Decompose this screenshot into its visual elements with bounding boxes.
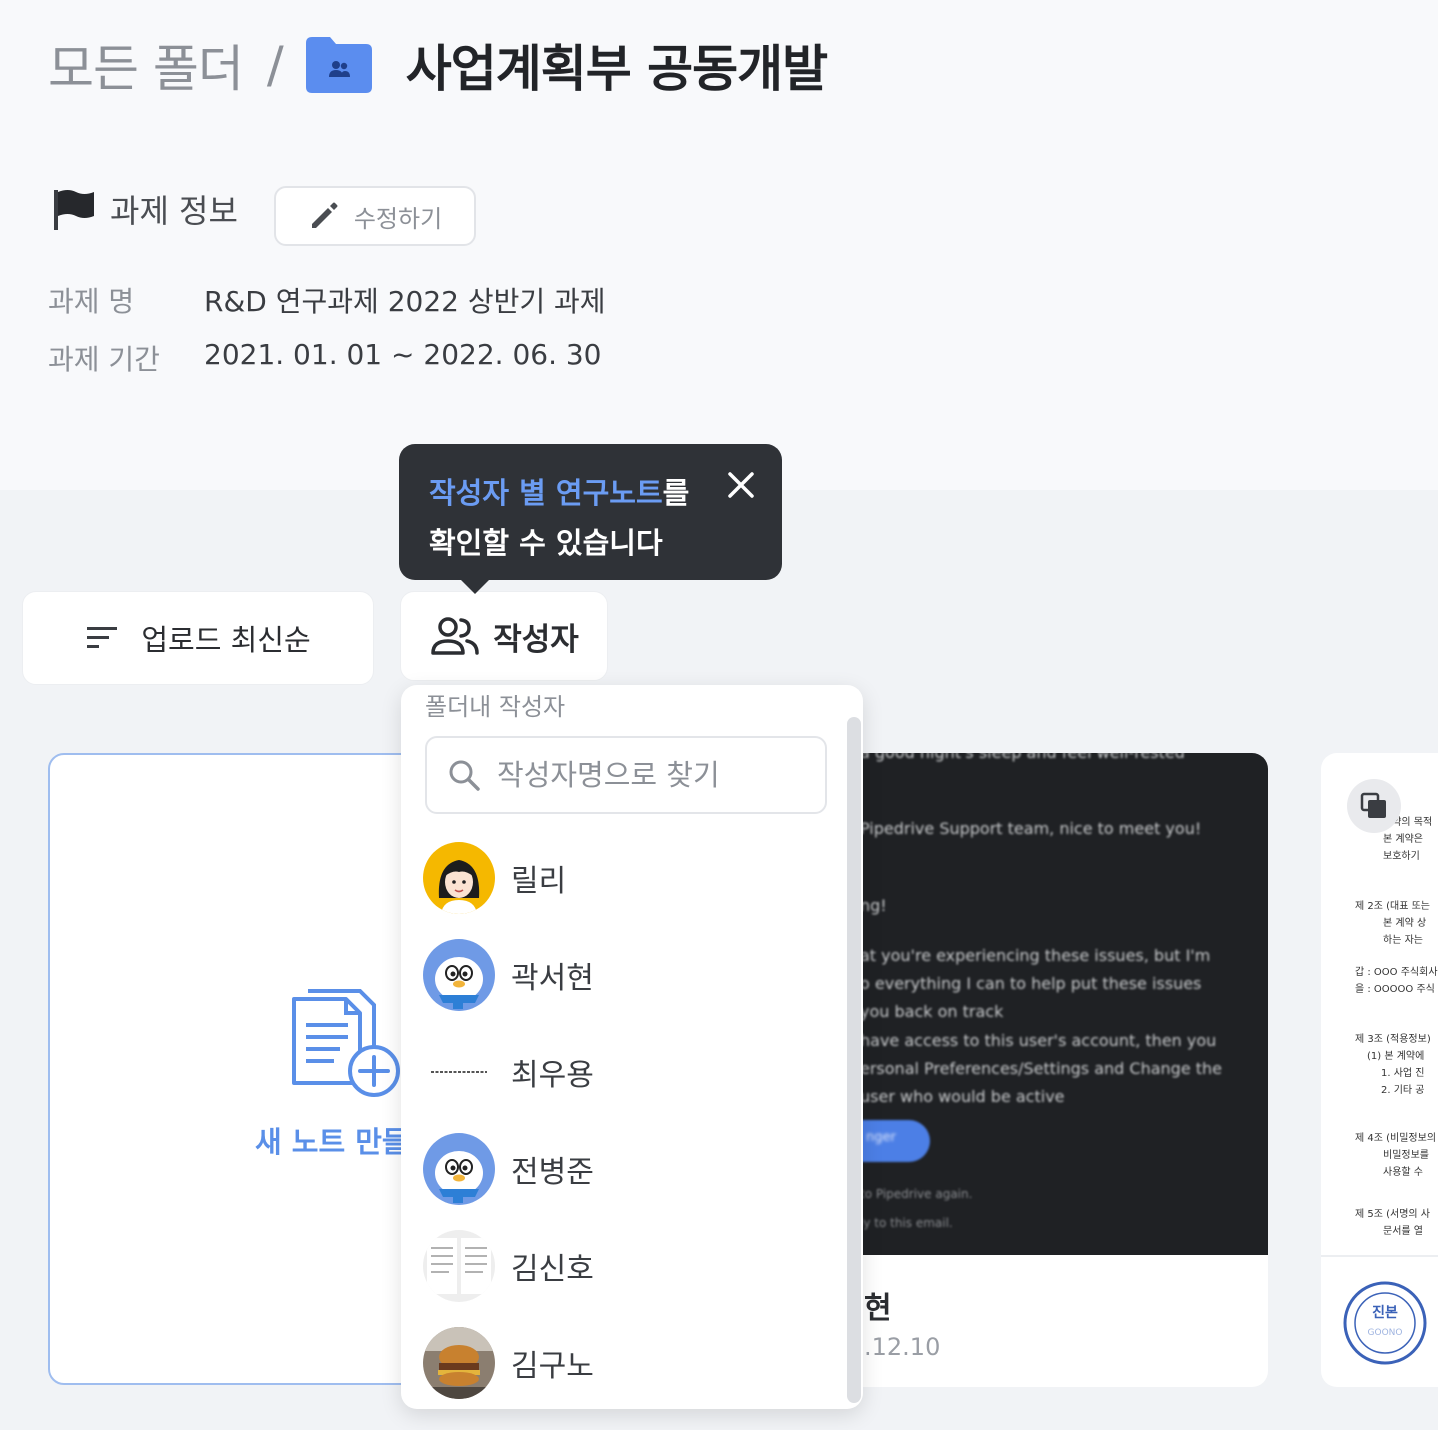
contract-line: 비밀정보를 [1383, 1150, 1429, 1161]
sort-button-label: 업로드 최신순 [141, 623, 311, 657]
contract-line: (1) 본 계약에 [1367, 1051, 1425, 1062]
tooltip-line-1: 작성자 별 연구노트를 [429, 470, 752, 512]
contract-line: 제 4조 (비밀정보의 [1355, 1133, 1437, 1144]
stamp-text: 진본 [1372, 1304, 1398, 1321]
writer-name: 김신호 [511, 1252, 594, 1287]
document-avatar [423, 1230, 495, 1302]
note-line: Pipedrive Support team, nice to meet you… [860, 819, 1202, 838]
writer-name: 곽서현 [511, 961, 594, 996]
task-name-key: 과제 명 [48, 285, 135, 318]
writer-filter-label: 작성자 [493, 621, 579, 658]
note-date: .12.10 [864, 1333, 941, 1361]
contract-line: 갑 : OOO 주식회사 [1355, 967, 1438, 978]
tooltip-highlight: 작성자 별 연구노트 [429, 476, 663, 510]
close-icon[interactable] [726, 470, 756, 500]
penguin-avatar [423, 939, 495, 1011]
certified-stamp-icon: 진본 GOONO [1343, 1281, 1427, 1365]
search-icon [449, 760, 480, 791]
shared-folder-icon [305, 37, 372, 93]
flag-icon [54, 190, 94, 230]
writer-item[interactable]: 곽서현 [423, 938, 823, 1012]
note-line: o everything I can to help put these iss… [860, 974, 1202, 993]
contract-line: 본 계약은 [1383, 834, 1423, 845]
pencil-icon [311, 202, 338, 228]
note-line: ersonal Preferences/Settings and Change … [860, 1059, 1223, 1078]
contract-line: 2. 기타 공 [1381, 1085, 1425, 1096]
new-note-card[interactable]: 새 노트 만들 [48, 753, 428, 1385]
contract-note-card[interactable]: 계약의 목적 본 계약은 보호하기 제 2조 (대표 또는 본 계약 상 하는 … [1321, 753, 1438, 1387]
task-info-header: 과제 정보 [52, 186, 238, 232]
breadcrumb-root-link[interactable]: 모든 폴더 [48, 29, 244, 101]
new-note-label: 새 노트 만들 [255, 1125, 409, 1159]
note-line: ng! [860, 896, 887, 915]
writer-item[interactable]: 김신호 [423, 1229, 823, 1303]
note-blurred-button-text: nger [866, 1130, 896, 1145]
note-author: 현 [864, 1291, 892, 1326]
copy-button[interactable] [1347, 779, 1401, 833]
dropdown-title: 폴더내 작성자 [425, 693, 566, 721]
breadcrumb-separator: / [266, 36, 284, 94]
note-line: ly to this email. [860, 1216, 953, 1230]
contract-line: 문서를 열 [1383, 1226, 1423, 1237]
contract-line: 보호하기 [1383, 851, 1420, 862]
note-line: to Pipedrive again. [860, 1187, 973, 1201]
sort-icon [87, 627, 118, 648]
new-note-icon [292, 989, 400, 1097]
note-line: a good night's sleep and feel well-reste… [860, 753, 1185, 762]
note-thumbnail: a good night's sleep and feel well-reste… [840, 753, 1268, 1255]
people-icon [431, 617, 479, 655]
task-name-row: 과제 명 R&D 연구과제 2022 상반기 과제 [48, 280, 606, 320]
note-line: have access to this user's account, then… [860, 1031, 1217, 1050]
copy-icon [1360, 792, 1386, 818]
writer-name: 전병준 [511, 1155, 594, 1190]
contract-line: 사용할 수 [1383, 1167, 1423, 1178]
tooltip-line-2: 확인할 수 있습니다 [429, 526, 663, 560]
writer-tooltip: 작성자 별 연구노트를 확인할 수 있습니다 [399, 444, 782, 594]
edit-button[interactable]: 수정하기 [274, 186, 476, 246]
penguin-avatar [423, 1133, 495, 1205]
writer-search-box[interactable] [425, 736, 827, 814]
writer-name: 릴리 [511, 864, 567, 899]
note-line: at you're experiencing these issues, but… [860, 946, 1211, 965]
task-info-title: 과제 정보 [110, 192, 238, 230]
writer-item[interactable]: 김구노 [423, 1326, 823, 1400]
task-period-key: 과제 기간 [48, 343, 160, 376]
writer-item[interactable]: 릴리 [423, 841, 823, 915]
contract-line: 본 계약 상 [1383, 918, 1427, 929]
note-card[interactable]: a good night's sleep and feel well-reste… [840, 753, 1268, 1387]
text-logo-avatar [423, 1036, 495, 1108]
writer-name: 최우용 [511, 1058, 594, 1093]
note-line: user who would be active [860, 1087, 1065, 1106]
task-period-row: 과제 기간 2021. 01. 01 ~ 2022. 06. 30 [48, 338, 602, 378]
note-line: you back on track [860, 1002, 1004, 1021]
writer-name: 김구노 [511, 1349, 594, 1384]
burger-photo-avatar [423, 1327, 495, 1399]
writer-filter-button[interactable]: 작성자 [400, 591, 608, 681]
writer-item[interactable]: 최우용 [423, 1035, 823, 1109]
contract-line: 제 2조 (대표 또는 [1355, 901, 1430, 912]
task-period-value: 2021. 01. 01 ~ 2022. 06. 30 [204, 338, 602, 371]
card-divider [1321, 1255, 1438, 1257]
writer-dropdown: 폴더내 작성자 릴리 [401, 685, 863, 1409]
dropdown-scrollbar[interactable] [847, 717, 861, 1403]
contract-line: 제 3조 (적용정보) [1355, 1034, 1431, 1045]
edit-button-label: 수정하기 [353, 204, 443, 233]
tooltip-line-1-rest: 를 [662, 476, 690, 510]
sort-button[interactable]: 업로드 최신순 [22, 591, 374, 685]
writer-item[interactable]: 전병준 [423, 1132, 823, 1206]
contract-line: 하는 자는 [1383, 935, 1423, 946]
writer-search-input[interactable] [495, 757, 819, 793]
contract-line: 1. 사업 진 [1381, 1068, 1425, 1079]
svg-text:GOONO: GOONO [1368, 1328, 1403, 1338]
girl-avatar [423, 842, 495, 914]
page-title: 사업계획부 공동개발 [405, 40, 828, 98]
contract-line: 제 5조 (서명의 사 [1355, 1209, 1430, 1220]
contract-line: 을 : OOOOO 주식 [1355, 984, 1435, 995]
breadcrumb: 모든 폴더 / 사업계획부 공동개발 [48, 29, 828, 101]
task-name-value: R&D 연구과제 2022 상반기 과제 [204, 285, 606, 318]
